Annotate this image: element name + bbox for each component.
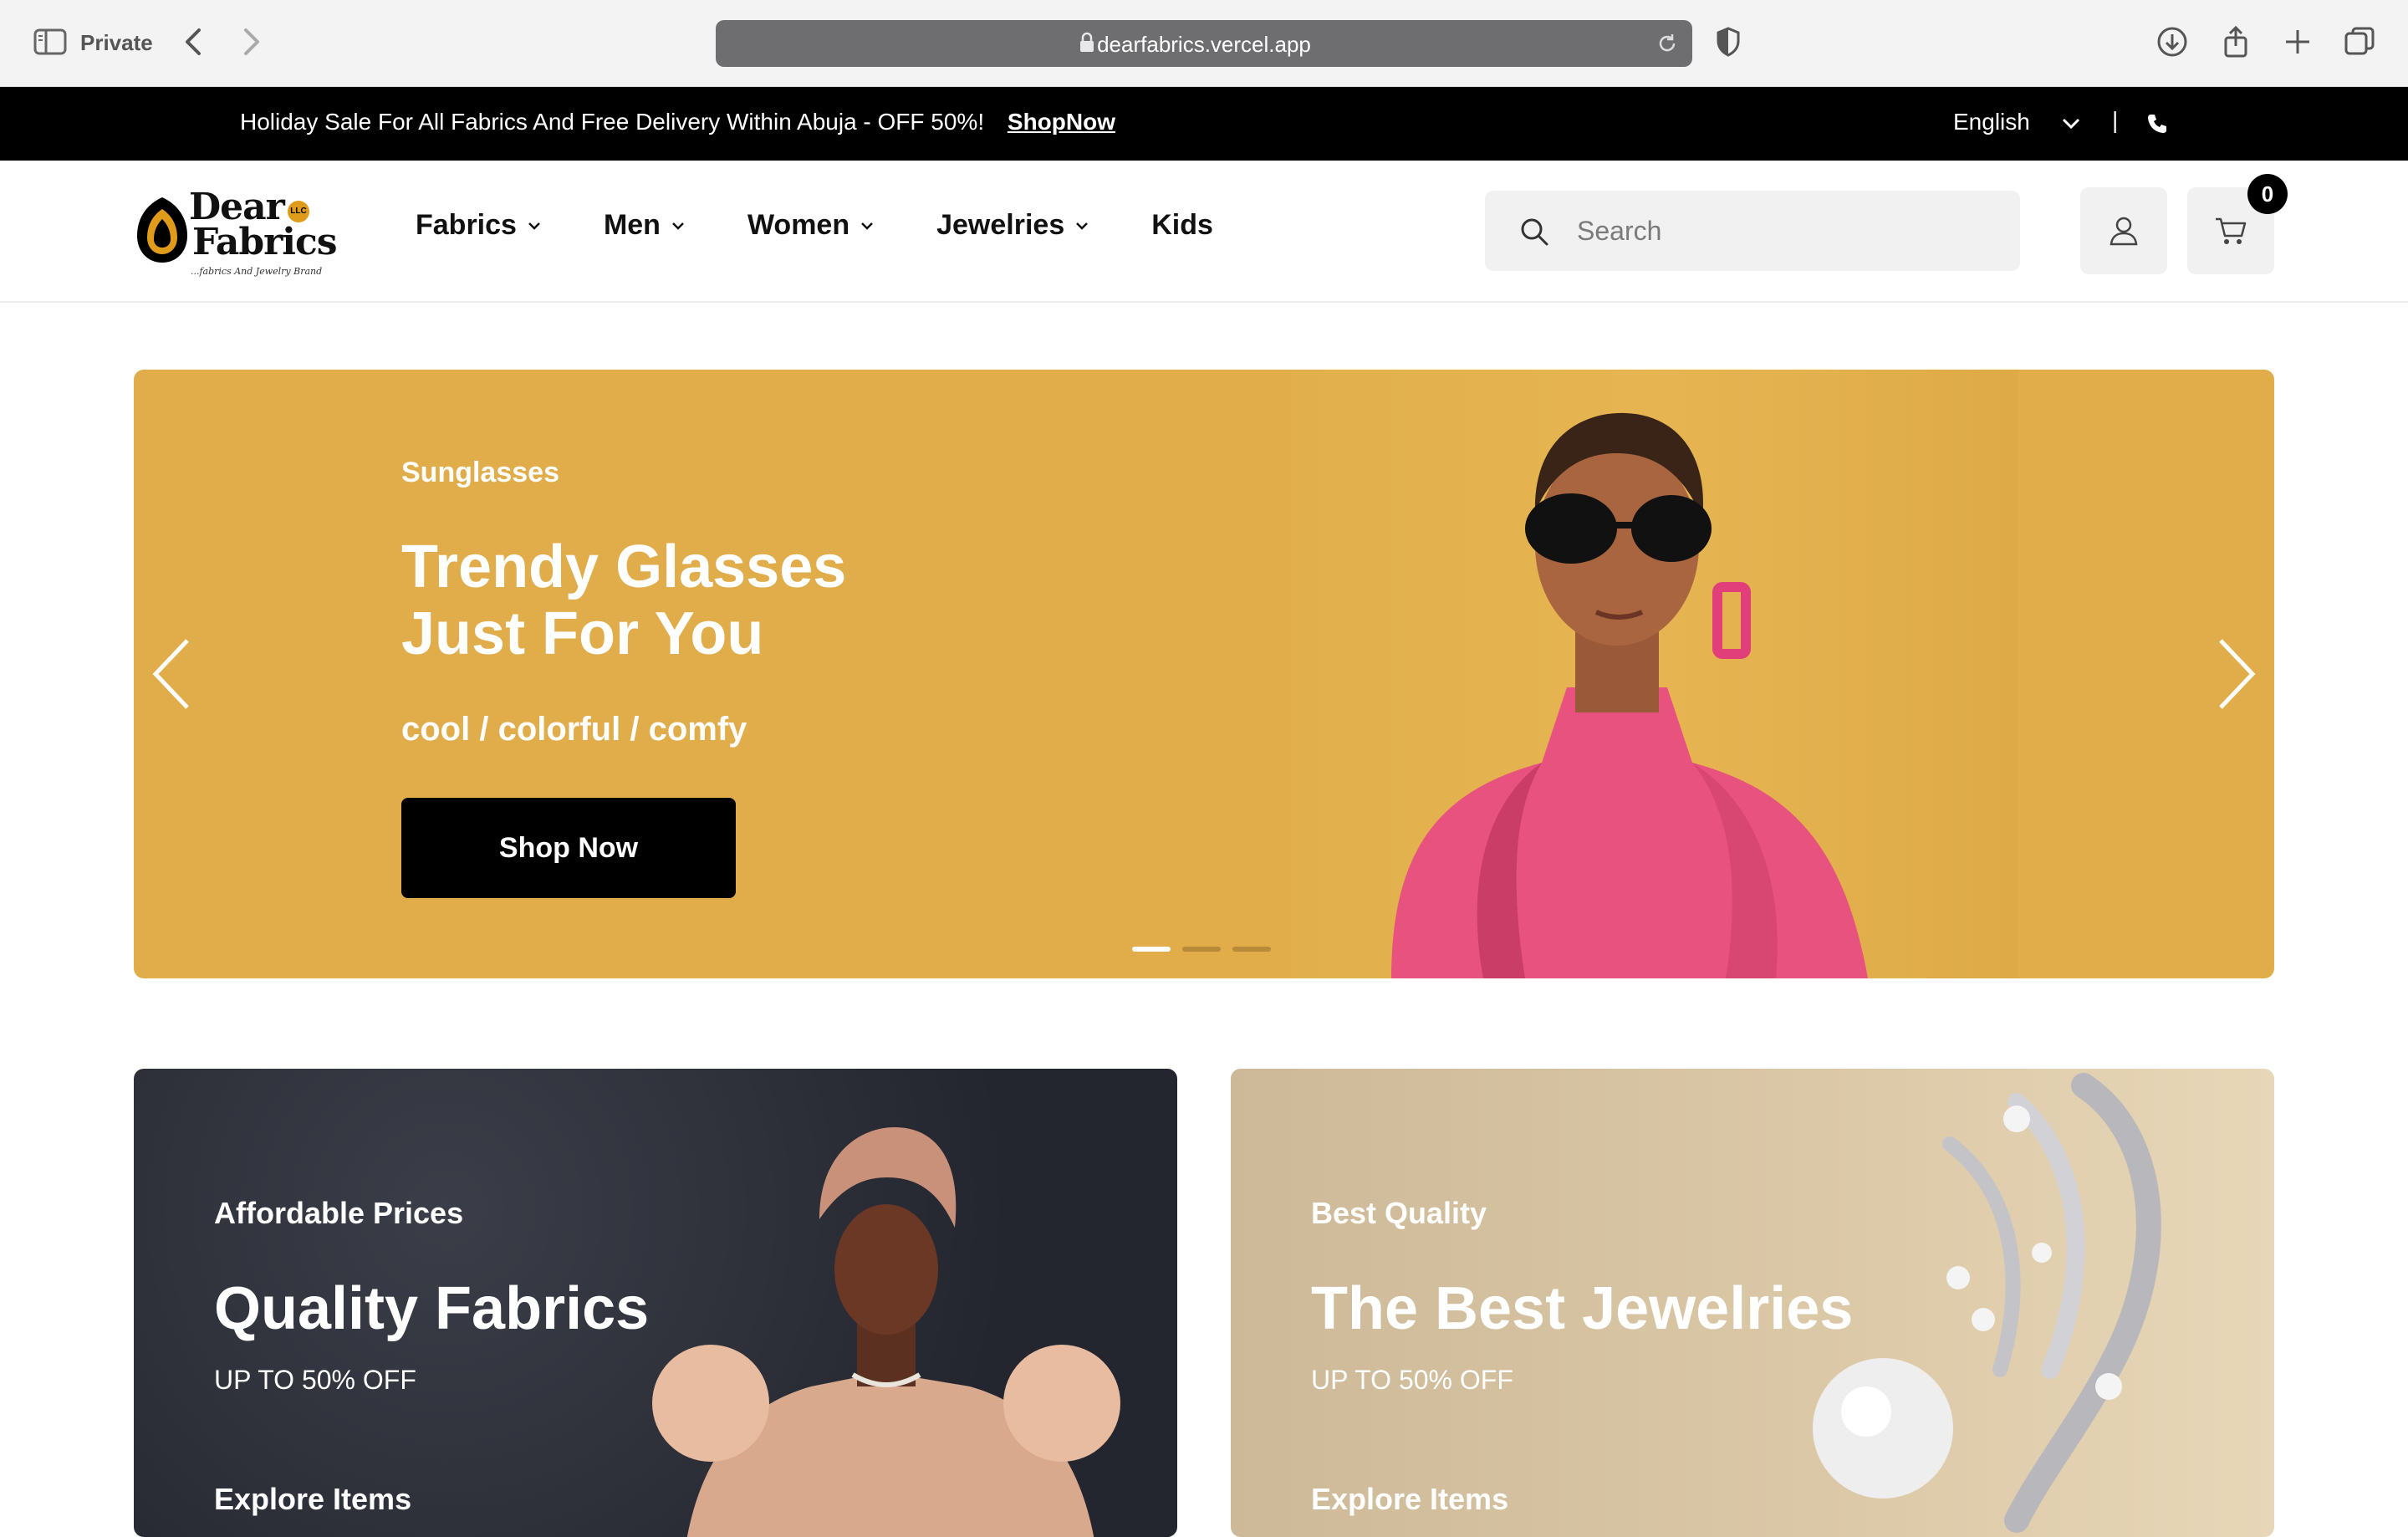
account-button[interactable] (2080, 187, 2167, 274)
hero-eyebrow: Sunglasses (401, 457, 559, 488)
chevron-down-icon[interactable] (2060, 114, 2082, 132)
hero-image (1291, 370, 2018, 978)
logo-badge: LLC (288, 201, 309, 222)
nav-item-jewelries[interactable]: Jewelries (936, 209, 1089, 242)
promo-subtitle: UP TO 50% OFF (1311, 1365, 1513, 1395)
forward-arrow-icon[interactable] (239, 25, 264, 59)
nav-item-men[interactable]: Men (604, 209, 686, 242)
shop-now-link[interactable]: ShopNow (1008, 109, 1115, 135)
url-text: dearfabrics.vercel.app (1097, 32, 1311, 57)
phone-icon[interactable] (2145, 112, 2169, 135)
chevron-down-icon (1076, 222, 1089, 230)
search-input[interactable] (1577, 206, 1995, 256)
cart-icon (2216, 217, 2247, 244)
lock-icon (1080, 32, 1094, 52)
nav-label: Fabrics (416, 209, 517, 241)
model-in-fabric-illustration (652, 1127, 1120, 1537)
logo-tagline: ...fabrics And Jewelry Brand (191, 266, 323, 277)
shield-icon[interactable] (1716, 27, 1741, 57)
carousel-indicators (1132, 947, 1283, 952)
search-box[interactable] (1485, 191, 2020, 271)
main-nav: Fabrics Men Women Jewelries Kids (416, 209, 1275, 242)
new-tab-icon[interactable] (2281, 25, 2314, 59)
hero-carousel: Sunglasses Trendy Glasses Just For You c… (134, 370, 2274, 978)
announcement-bar: Holiday Sale For All Fabrics And Free De… (0, 87, 2408, 161)
nav-item-fabrics[interactable]: Fabrics (416, 209, 542, 242)
browser-toolbar: Private dearfabrics.vercel.app (0, 0, 2408, 87)
promo-eyebrow: Best Quality (1311, 1196, 1487, 1230)
shop-now-button[interactable]: Shop Now (401, 798, 736, 898)
tab-overview-icon[interactable] (2343, 25, 2376, 59)
private-mode-label: Private (80, 30, 153, 55)
sidebar-toggle-icon[interactable] (33, 28, 67, 55)
carousel-prev-icon[interactable] (150, 637, 194, 711)
search-icon[interactable] (1518, 216, 1550, 248)
carousel-dot-1[interactable] (1132, 947, 1171, 952)
model-illustration (1391, 412, 1868, 978)
hero-title: Trendy Glasses Just For You (401, 534, 1154, 667)
chevron-down-icon (672, 222, 684, 230)
logo[interactable]: Dear LLC Fabrics ...fabrics And Jewelry … (132, 186, 338, 277)
reload-icon[interactable] (1656, 32, 1679, 55)
nav-label: Kids (1151, 209, 1213, 241)
promo-title: The Best Jewelries (1311, 1275, 1854, 1342)
announcement-text: Holiday Sale For All Fabrics And Free De… (240, 109, 1115, 135)
promo-card-fabrics[interactable]: Affordable Prices Quality Fabrics UP TO … (134, 1069, 1177, 1537)
explore-items-link[interactable]: Explore Items (214, 1482, 411, 1517)
cart-count-badge: 0 (2247, 174, 2288, 214)
promo-subtitle: UP TO 50% OFF (214, 1365, 416, 1395)
chevron-down-icon (861, 222, 873, 230)
hero-title-line: Trendy Glasses (401, 534, 847, 600)
topbar-divider: | (2112, 107, 2119, 133)
share-icon[interactable] (2219, 25, 2252, 59)
announcement-message: Holiday Sale For All Fabrics And Free De… (240, 109, 985, 135)
nav-label: Men (603, 209, 661, 241)
carousel-dot-3[interactable] (1232, 947, 1271, 952)
explore-items-link[interactable]: Explore Items (1311, 1482, 1508, 1517)
download-icon[interactable] (2155, 25, 2189, 59)
hero-tagline: cool / colorful / comfy (401, 711, 747, 748)
nav-label: Jewelries (936, 209, 1065, 241)
back-arrow-icon[interactable] (181, 25, 206, 59)
logo-mark-icon (137, 197, 187, 263)
hero-title-line: Just For You (401, 600, 764, 667)
address-bar[interactable]: dearfabrics.vercel.app (716, 20, 1692, 67)
promo-card-jewelries[interactable]: Best Quality The Best Jewelries UP TO 50… (1231, 1069, 2274, 1537)
nav-label: Women (747, 209, 850, 241)
chevron-down-icon (528, 222, 540, 230)
promo-eyebrow: Affordable Prices (214, 1196, 464, 1230)
logo-text-fabrics: Fabrics (192, 221, 338, 263)
nav-item-kids[interactable]: Kids (1151, 209, 1213, 242)
site-header: Dear LLC Fabrics ...fabrics And Jewelry … (0, 161, 2408, 303)
promo-title: Quality Fabrics (214, 1275, 650, 1342)
nav-item-women[interactable]: Women (747, 209, 875, 242)
carousel-next-icon[interactable] (2214, 637, 2258, 711)
language-selector[interactable]: English (1953, 109, 2030, 135)
user-icon (2110, 217, 2138, 246)
carousel-dot-2[interactable] (1182, 947, 1221, 952)
